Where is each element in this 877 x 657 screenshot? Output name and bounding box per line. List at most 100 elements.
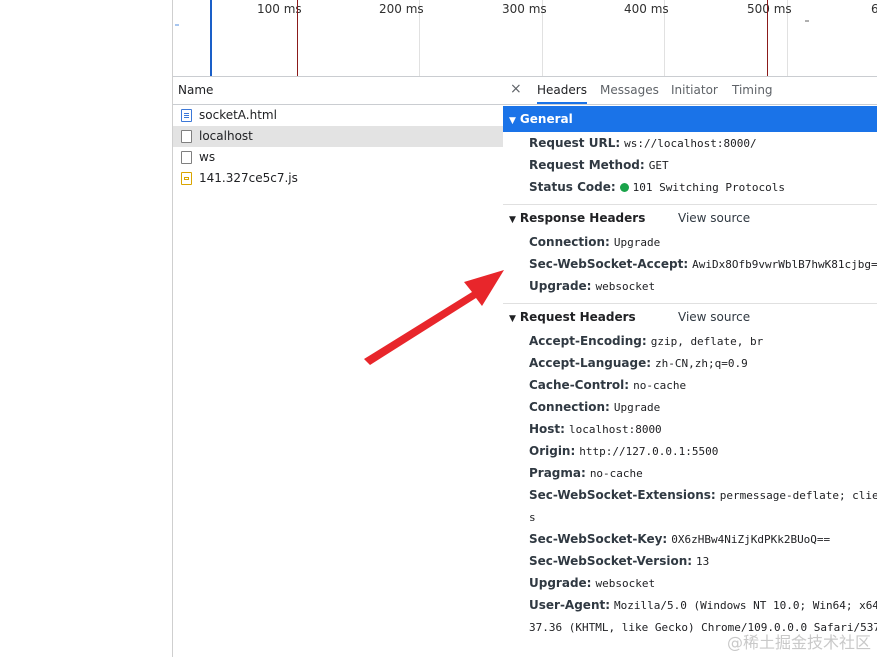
file-icon <box>181 130 192 143</box>
header-key: Sec-WebSocket-Key: <box>529 532 668 546</box>
name-column-header[interactable]: Name <box>173 77 503 105</box>
header-key: Cache-Control: <box>529 378 630 392</box>
watermark: @稀土掘金技术社区 <box>726 633 871 652</box>
request-row-localhost[interactable]: localhost <box>173 126 503 147</box>
header-key: Request Method: <box>529 158 645 172</box>
timeline-tick-label: 300 ms <box>502 2 547 16</box>
section-title: Request Headers <box>519 310 636 324</box>
header-row: Accept-Language: zh-CN,zh;q=0.9 <box>503 352 877 374</box>
request-row-js[interactable]: 141.327ce5c7.js <box>173 168 503 189</box>
request-details-panel: × Headers Messages Initiator Timing ▼ Gen… <box>503 77 877 657</box>
header-value: no-cache <box>589 467 643 480</box>
header-row: Connection: Upgrade <box>503 231 877 253</box>
header-value: s <box>529 511 536 524</box>
header-key: Host: <box>529 422 565 436</box>
close-icon[interactable]: × <box>510 81 522 97</box>
header-value: ws://localhost:8000/ <box>624 137 757 150</box>
tab-messages[interactable]: Messages <box>600 77 659 104</box>
header-row: Accept-Encoding: gzip, deflate, br <box>503 330 877 352</box>
blank-area <box>0 0 172 657</box>
timeline-tick-label: 200 ms <box>379 2 424 16</box>
header-value: websocket <box>595 577 656 590</box>
header-value: permessage-deflate; client_ma <box>719 489 877 502</box>
header-value: 0X6zHBw4NiZjKdPKk2BUoQ== <box>671 533 831 546</box>
header-value: 13 <box>696 555 710 568</box>
header-key: Sec-WebSocket-Version: <box>529 554 693 568</box>
tab-headers[interactable]: Headers <box>537 77 587 104</box>
request-name: socketA.html <box>199 108 277 122</box>
request-headers-section-header[interactable]: ▼ Request Headers View source <box>503 303 877 330</box>
header-row-status-code: Status Code: 101 Switching Protocols <box>503 176 877 198</box>
file-icon <box>181 151 192 164</box>
header-row: Host: localhost:8000 <box>503 418 877 440</box>
timeline-tick-label: 500 ms <box>747 2 792 16</box>
header-key: Request URL: <box>529 136 621 150</box>
response-headers-section-header[interactable]: ▼ Response Headers View source <box>503 204 877 231</box>
status-ok-icon <box>619 183 629 192</box>
header-key: Connection: <box>529 400 610 414</box>
expand-triangle-icon: ▼ <box>509 314 516 324</box>
header-row: Sec-WebSocket-Version: 13 <box>503 550 877 572</box>
header-value: zh-CN,zh;q=0.9 <box>655 357 748 370</box>
timeline-overview[interactable]: 100 ms 200 ms 300 ms 400 ms 500 ms 6 <box>172 0 877 77</box>
header-row: Sec-WebSocket-Key: 0X6zHBw4NiZjKdPKk2BUoQ… <box>503 528 877 550</box>
header-row: Cache-Control: no-cache <box>503 374 877 396</box>
timeline-tick-label: 400 ms <box>624 2 669 16</box>
timeline-tick-label: 100 ms <box>257 2 302 16</box>
header-key: Status Code: <box>529 180 616 194</box>
header-key: User-Agent: <box>529 598 611 612</box>
header-key: Pragma: <box>529 466 586 480</box>
dom-content-loaded-marker <box>210 0 212 76</box>
header-value: Upgrade <box>613 401 661 414</box>
view-source-link[interactable]: View source <box>678 304 750 330</box>
header-value: websocket <box>595 280 656 293</box>
header-value: Upgrade <box>613 236 661 249</box>
header-key: Upgrade: <box>529 279 592 293</box>
header-row: s <box>503 506 877 528</box>
header-value: localhost:8000 <box>568 423 662 436</box>
header-row: User-Agent: Mozilla/5.0 (Windows NT 10.0;… <box>503 594 877 616</box>
general-section-header[interactable]: ▼ General <box>503 106 877 132</box>
request-list: Name socketA.html localhost ws 141.327ce… <box>172 77 504 657</box>
header-row: Upgrade: websocket <box>503 275 877 297</box>
request-row-ws[interactable]: ws <box>173 147 503 168</box>
document-icon <box>181 109 192 122</box>
header-row: Sec-WebSocket-Accept: AwiDx8Ofb9vwrWblB7h… <box>503 253 877 275</box>
header-value: 101 Switching Protocols <box>632 181 785 194</box>
tab-initiator[interactable]: Initiator <box>671 77 718 104</box>
annotation-arrow <box>364 270 504 365</box>
timeline-request-bar <box>805 20 809 22</box>
expand-triangle-icon: ▼ <box>509 215 516 225</box>
header-value: gzip, deflate, br <box>650 335 764 348</box>
header-row-request-method: Request Method: GET <box>503 154 877 176</box>
header-key: Origin: <box>529 444 576 458</box>
header-key: Sec-WebSocket-Accept: <box>529 257 689 271</box>
header-value: http://127.0.0.1:5500 <box>579 445 719 458</box>
request-name: ws <box>199 150 216 164</box>
timeline-request-bar <box>175 24 179 26</box>
request-row-socketA[interactable]: socketA.html <box>173 105 503 126</box>
load-marker <box>297 0 298 76</box>
header-row-request-url: Request URL: ws://localhost:8000/ <box>503 132 877 154</box>
header-row: Connection: Upgrade <box>503 396 877 418</box>
header-key: Upgrade: <box>529 576 592 590</box>
request-name: localhost <box>199 129 253 143</box>
timeline-tick-label: 6 <box>871 2 877 16</box>
request-name: 141.327ce5c7.js <box>199 171 298 185</box>
expand-triangle-icon: ▼ <box>509 116 516 126</box>
header-key: Accept-Encoding: <box>529 334 647 348</box>
header-key: Sec-WebSocket-Extensions: <box>529 488 716 502</box>
header-value: Mozilla/5.0 (Windows NT 10.0; Win64; x64… <box>614 599 877 612</box>
section-title: General <box>519 112 573 126</box>
script-icon <box>181 172 192 185</box>
tab-timing[interactable]: Timing <box>732 77 773 104</box>
annotation-arrow-shape <box>364 270 504 365</box>
header-row: Pragma: no-cache <box>503 462 877 484</box>
header-row: Upgrade: websocket <box>503 572 877 594</box>
view-source-link[interactable]: View source <box>678 205 750 231</box>
details-tabbar: × Headers Messages Initiator Timing <box>503 77 877 105</box>
header-row: Sec-WebSocket-Extensions: permessage-defl… <box>503 484 877 506</box>
header-value: GET <box>648 159 669 172</box>
header-key: Connection: <box>529 235 610 249</box>
header-value: no-cache <box>633 379 687 392</box>
